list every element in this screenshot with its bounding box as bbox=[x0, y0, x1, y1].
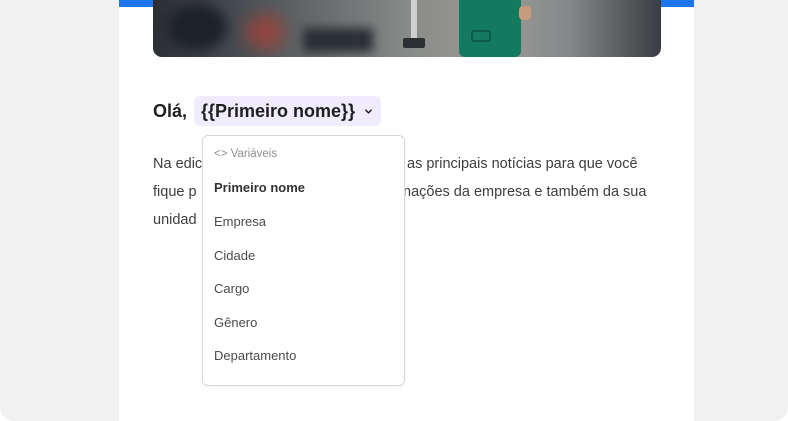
dropdown-item-empresa[interactable]: Empresa bbox=[214, 214, 266, 229]
hero-image bbox=[153, 0, 661, 57]
hero-shadow bbox=[167, 4, 227, 50]
greeting-line: Olá, {{Primeiro nome}} bbox=[153, 96, 382, 126]
hero-worker bbox=[459, 0, 521, 57]
dropdown-item-genero[interactable]: Gênero bbox=[214, 315, 257, 330]
hero-worker-pocket bbox=[471, 30, 491, 42]
dropdown-item-primeiro-nome[interactable]: Primeiro nome bbox=[214, 180, 305, 195]
hero-pole bbox=[411, 0, 417, 40]
variable-chip-label: {{Primeiro nome}} bbox=[201, 100, 356, 121]
body-line-3-left: unidad bbox=[153, 212, 197, 228]
hero-worker-hand bbox=[519, 6, 531, 20]
greeting-text: Olá, bbox=[153, 100, 188, 121]
body-line-2-left: fique p bbox=[153, 184, 197, 200]
hero-red-blur bbox=[245, 14, 285, 50]
variable-chip[interactable]: {{Primeiro nome}} bbox=[194, 96, 382, 126]
dropdown-item-cidade[interactable]: Cidade bbox=[214, 248, 255, 263]
hero-machine bbox=[303, 28, 373, 52]
body-line-1-left: Na edic bbox=[153, 156, 203, 172]
dropdown-item-departamento[interactable]: Departamento bbox=[214, 348, 296, 363]
body-line-2-right: nações da empresa e também da sua bbox=[403, 184, 647, 200]
chevron-down-icon bbox=[365, 108, 372, 114]
variables-dropdown: <> Variáveis Primeiro nome Empresa Cidad… bbox=[202, 135, 405, 386]
app-frame: Olá, {{Primeiro nome}} Na edic as princip… bbox=[0, 0, 788, 421]
dropdown-header: <> Variáveis bbox=[214, 148, 278, 160]
dropdown-item-cargo[interactable]: Cargo bbox=[214, 281, 249, 296]
body-line-1-right: as principais notícias para que você bbox=[407, 156, 638, 172]
hero-pole-base bbox=[403, 38, 425, 48]
